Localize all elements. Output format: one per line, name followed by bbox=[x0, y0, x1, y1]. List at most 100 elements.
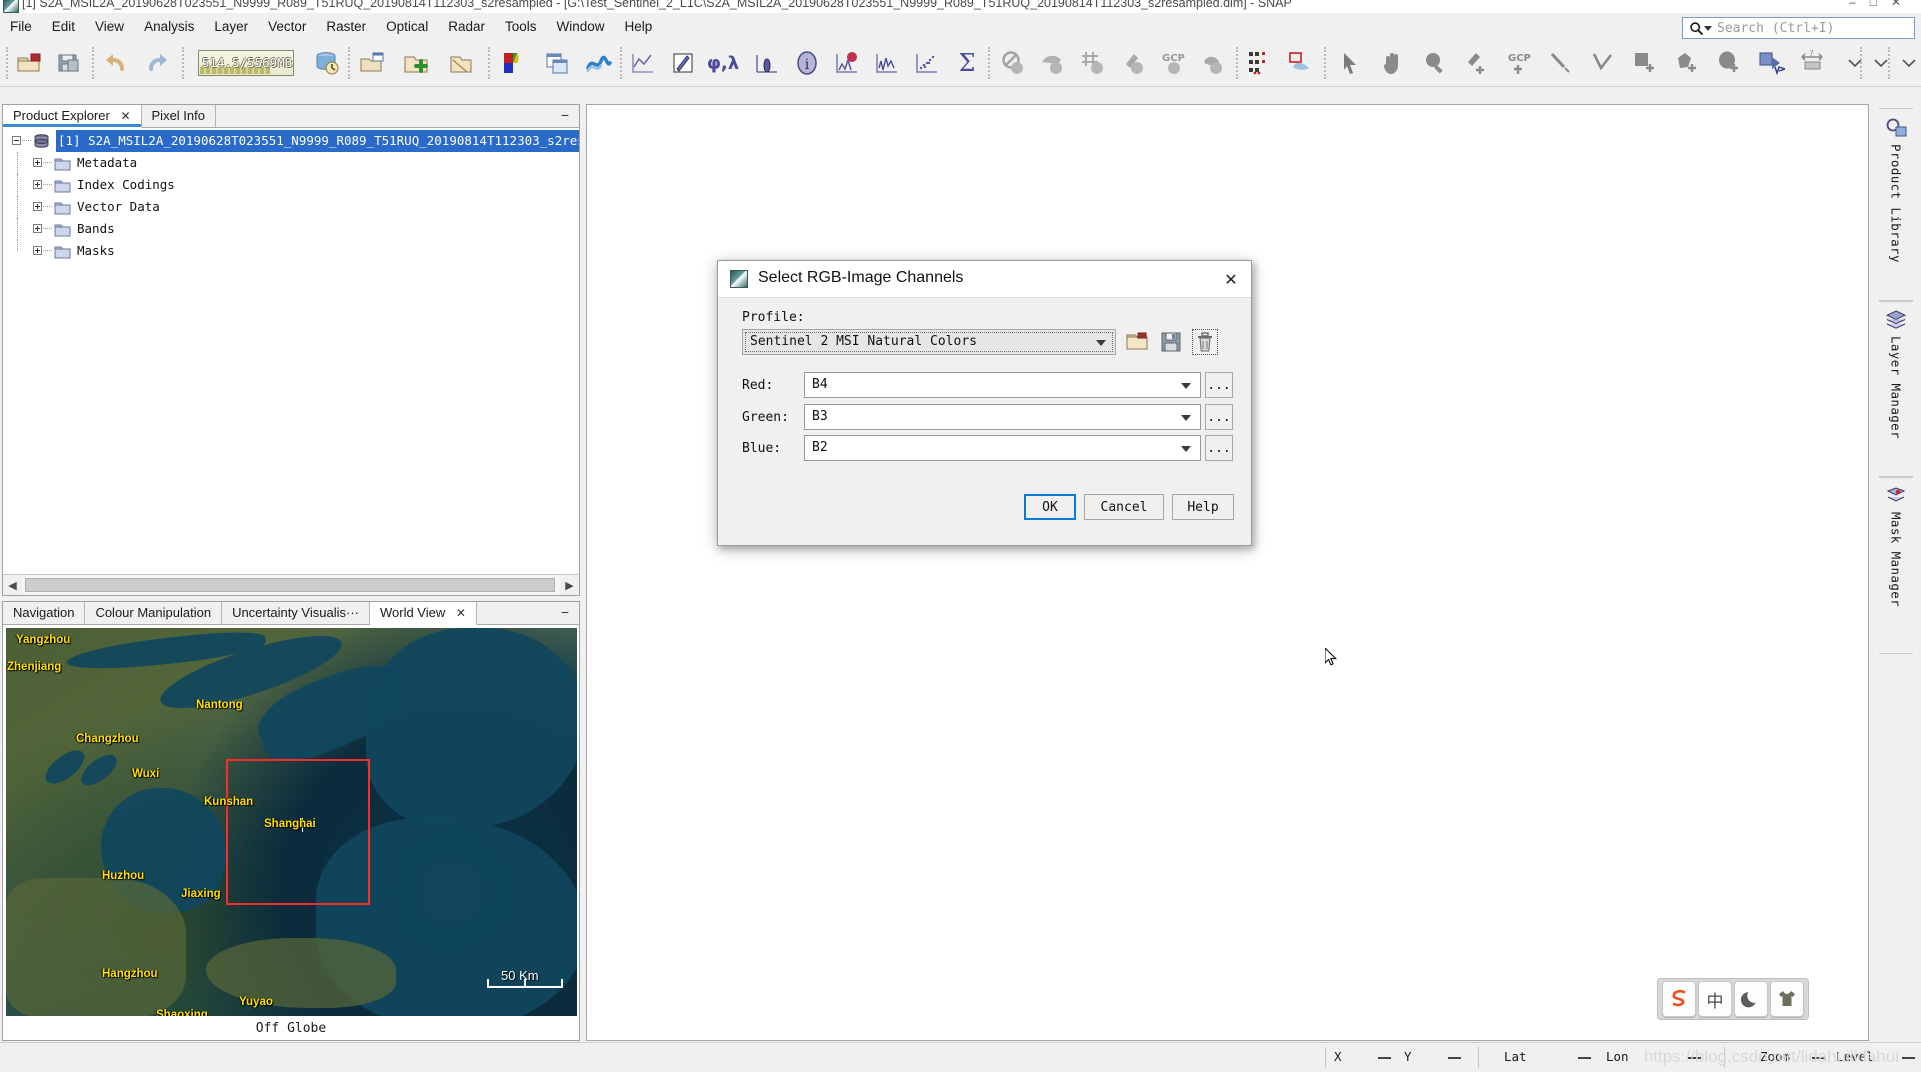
chinese-mode-icon[interactable]: 中 bbox=[1698, 981, 1732, 1017]
moon-icon[interactable] bbox=[1734, 981, 1768, 1017]
grid-overlay-button[interactable] bbox=[1076, 46, 1110, 80]
tree-row-index-codings[interactable]: Index Codings bbox=[3, 174, 579, 196]
menu-analysis[interactable]: Analysis bbox=[134, 13, 204, 39]
tab-navigation[interactable]: Navigation bbox=[3, 602, 86, 624]
tab-uncertainty-visualisation[interactable]: Uncertainty Visualis··· bbox=[222, 602, 370, 624]
help-button[interactable]: Help bbox=[1172, 494, 1234, 520]
close-icon[interactable]: ✕ bbox=[456, 606, 466, 620]
sum-statistics-button[interactable]: Σ bbox=[950, 46, 984, 80]
spectrum-view-button[interactable] bbox=[870, 46, 904, 80]
selection-tool-button[interactable] bbox=[1334, 46, 1368, 80]
open-image-window-button[interactable] bbox=[400, 46, 434, 80]
tab-pixel-info[interactable]: Pixel Info bbox=[141, 105, 216, 127]
ok-button[interactable]: OK bbox=[1024, 494, 1076, 520]
red-channel-combobox[interactable]: B4 bbox=[804, 372, 1201, 398]
magic-wand-tool-button[interactable] bbox=[1754, 46, 1788, 80]
expand-icon[interactable] bbox=[33, 224, 42, 233]
menu-file[interactable]: File bbox=[0, 13, 42, 39]
window-controls[interactable]: –□✕ bbox=[1849, 0, 1915, 9]
pin-manager-button[interactable] bbox=[666, 46, 700, 80]
profile-combobox[interactable]: Sentinel 2 MSI Natural Colors bbox=[742, 329, 1116, 355]
minimize-icon[interactable]: − bbox=[557, 108, 573, 124]
close-icon[interactable]: ✕ bbox=[1221, 270, 1241, 290]
menu-optical[interactable]: Optical bbox=[376, 13, 438, 39]
world-map-overlay-button[interactable] bbox=[1284, 46, 1318, 80]
zoom-tool-button[interactable] bbox=[1418, 46, 1452, 80]
information-button[interactable]: i bbox=[790, 46, 824, 80]
polyline-drawing-tool-button[interactable] bbox=[1586, 46, 1620, 80]
measure-tool-button[interactable]: ? bbox=[1796, 46, 1830, 80]
ellipse-drawing-tool-button[interactable] bbox=[1712, 46, 1746, 80]
wave-tool-button[interactable] bbox=[582, 46, 616, 80]
histogram-button[interactable] bbox=[750, 46, 784, 80]
toolbar-overflow-button-3[interactable] bbox=[1892, 46, 1921, 80]
menu-raster[interactable]: Raster bbox=[316, 13, 376, 39]
profile-plot-button[interactable] bbox=[626, 46, 660, 80]
tree-row-bands[interactable]: Bands bbox=[3, 218, 579, 240]
menu-radar[interactable]: Radar bbox=[438, 13, 495, 39]
mask-overlay-button[interactable] bbox=[1196, 46, 1230, 80]
expand-icon[interactable] bbox=[33, 246, 42, 255]
sidebar-item-layer-manager[interactable]: Layer Manager bbox=[1879, 300, 1913, 478]
menu-window[interactable]: Window bbox=[547, 13, 615, 39]
pin-overlay-button[interactable] bbox=[1116, 46, 1150, 80]
image-editor-area[interactable] bbox=[586, 104, 1869, 1041]
pan-tool-button[interactable] bbox=[1376, 46, 1410, 80]
tab-colour-manipulation[interactable]: Colour Manipulation bbox=[85, 602, 223, 624]
tree-row-product[interactable]: [1] S2A_MSIL2A_20190628T023551_N9999_R08… bbox=[3, 130, 579, 152]
expand-icon[interactable] bbox=[33, 158, 42, 167]
skin-icon[interactable] bbox=[1770, 981, 1804, 1017]
open-product-button[interactable] bbox=[12, 46, 46, 80]
scatter-plot-button[interactable] bbox=[910, 46, 944, 80]
tree-row-vector-data[interactable]: Vector Data bbox=[3, 196, 579, 218]
gcp-placing-tool-button[interactable]: GCP bbox=[1502, 46, 1536, 80]
roi-rectangle[interactable] bbox=[226, 759, 370, 905]
statistics-plot-button[interactable] bbox=[830, 46, 864, 80]
sidebar-item-mask-manager[interactable]: Mask Manager bbox=[1879, 476, 1913, 654]
line-drawing-tool-button[interactable] bbox=[1544, 46, 1578, 80]
expand-icon[interactable] bbox=[33, 202, 42, 211]
ime-toolbar[interactable]: 中 bbox=[1657, 978, 1809, 1020]
sidebar-item-product-library[interactable]: Product Library bbox=[1879, 108, 1913, 302]
memory-gauge[interactable]: 514.5/5569MB bbox=[198, 50, 294, 76]
graticule-overlay-button[interactable] bbox=[1036, 46, 1070, 80]
chevron-down-icon[interactable] bbox=[1704, 26, 1712, 31]
polygon-drawing-tool-button[interactable] bbox=[1670, 46, 1704, 80]
chevron-down-icon[interactable] bbox=[1181, 383, 1191, 389]
menu-tools[interactable]: Tools bbox=[495, 13, 547, 39]
expand-icon[interactable] bbox=[33, 180, 42, 189]
save-profile-button[interactable] bbox=[1158, 329, 1184, 355]
open-profile-button[interactable] bbox=[1124, 329, 1150, 355]
close-product-button[interactable] bbox=[444, 46, 478, 80]
chevron-down-icon[interactable] bbox=[1181, 446, 1191, 452]
close-icon[interactable]: ✕ bbox=[120, 109, 130, 123]
chevron-down-icon[interactable] bbox=[1181, 415, 1191, 421]
product-tree-hscrollbar[interactable]: ◀ ▶ bbox=[3, 574, 579, 595]
tab-product-explorer[interactable]: Product Explorer ✕ bbox=[3, 105, 142, 128]
scroll-thumb[interactable] bbox=[25, 578, 555, 592]
blue-channel-more-button[interactable]: ... bbox=[1205, 435, 1233, 461]
tab-world-view[interactable]: World View ✕ bbox=[369, 602, 477, 625]
undo-button[interactable] bbox=[100, 46, 134, 80]
green-channel-more-button[interactable]: ... bbox=[1205, 404, 1233, 430]
collapse-icon[interactable] bbox=[12, 136, 21, 145]
pin-placing-tool-button[interactable] bbox=[1460, 46, 1494, 80]
product-time-button[interactable] bbox=[310, 46, 344, 80]
menu-layer[interactable]: Layer bbox=[204, 13, 258, 39]
tree-row-masks[interactable]: Masks bbox=[3, 240, 579, 262]
search-input[interactable]: Search (Ctrl+I) bbox=[1682, 17, 1915, 39]
green-channel-combobox[interactable]: B3 bbox=[804, 404, 1201, 430]
open-rgb-image-window-button[interactable] bbox=[356, 46, 390, 80]
geo-coding-button[interactable]: φ,λ bbox=[706, 46, 740, 80]
sogou-logo-icon[interactable] bbox=[1662, 981, 1696, 1017]
redo-button[interactable] bbox=[140, 46, 174, 80]
world-view-map[interactable]: Yangzhou Zhenjiang Nantong Changzhou Wux… bbox=[6, 628, 577, 1016]
blue-channel-combobox[interactable]: B2 bbox=[804, 435, 1201, 461]
menu-help[interactable]: Help bbox=[615, 13, 663, 39]
scroll-right-icon[interactable]: ▶ bbox=[560, 575, 579, 595]
chevron-down-icon[interactable] bbox=[1096, 340, 1106, 346]
menu-view[interactable]: View bbox=[85, 13, 134, 39]
minimize-icon[interactable]: − bbox=[557, 605, 573, 621]
cancel-button[interactable]: Cancel bbox=[1084, 494, 1164, 520]
delete-profile-button[interactable] bbox=[1192, 329, 1218, 355]
